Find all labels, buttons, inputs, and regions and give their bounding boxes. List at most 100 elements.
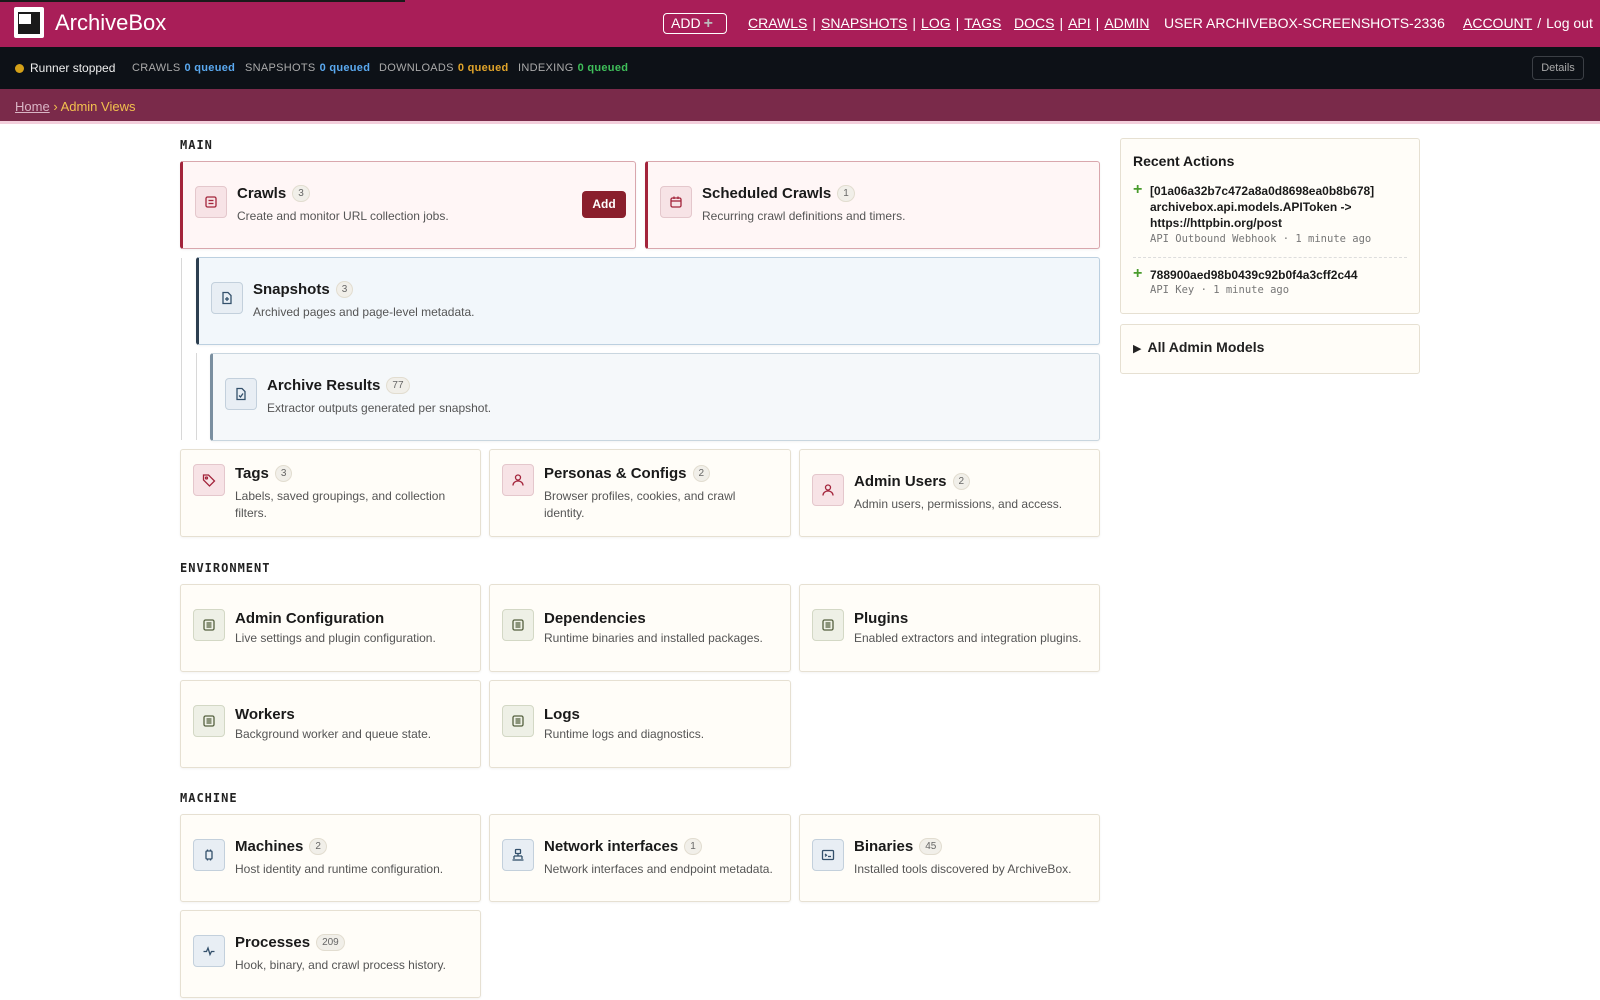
scheduled-crawls-card[interactable]: Scheduled Crawls 1 Recurring crawl defini…	[645, 161, 1100, 249]
personas-title-text: Personas & Configs	[544, 465, 687, 482]
recent-actions-title: Recent Actions	[1133, 153, 1235, 169]
all-admin-models-panel[interactable]: ▶ All Admin Models	[1120, 324, 1420, 374]
loading-progress-bar	[0, 0, 405, 2]
machines-description: Host identity and runtime configuration.	[235, 862, 444, 876]
dependencies-description: Runtime binaries and installed packages.	[544, 631, 763, 645]
snapshots-count-badge: 3	[335, 281, 354, 298]
tag-icon	[193, 464, 225, 496]
network-interfaces-card[interactable]: Network interfaces 1 Network interfaces a…	[489, 814, 791, 902]
network-interfaces-title-text: Network interfaces	[544, 838, 679, 855]
logs-card[interactable]: Logs Runtime logs and diagnostics.	[489, 680, 791, 768]
section-environment-label: ENVIRONMENT	[180, 561, 271, 575]
snapshots-description: Archived pages and page-level metadata.	[253, 305, 475, 319]
breadcrumb-home-link[interactable]: Home	[15, 99, 50, 114]
nav-log-link[interactable]: LOG	[921, 15, 951, 31]
personas-count-badge: 2	[692, 465, 711, 482]
machines-title: Machines 2	[235, 838, 327, 855]
plugins-title: Plugins	[854, 610, 909, 627]
crawls-card[interactable]: Crawls 3 Create and monitor URL collectio…	[180, 161, 636, 249]
scheduled-crawls-description: Recurring crawl definitions and timers.	[702, 209, 906, 223]
recent-actions-panel: Recent Actions + [01a06a32b7c472a8a0d869…	[1120, 138, 1420, 314]
archive-results-title: Archive Results 77	[267, 377, 410, 394]
details-button[interactable]: Details	[1532, 56, 1584, 80]
nav-admin-link[interactable]: ADMIN	[1104, 15, 1149, 31]
binaries-title-text: Binaries	[854, 838, 914, 855]
crawls-icon	[195, 186, 227, 218]
nav-crawls-link[interactable]: CRAWLS	[748, 15, 807, 31]
personas-description: Browser profiles, cookies, and crawl ide…	[544, 489, 736, 520]
archive-results-card[interactable]: Archive Results 77 Extractor outputs gene…	[210, 353, 1100, 441]
admin-configuration-description: Live settings and plugin configuration.	[235, 631, 436, 645]
archive-results-description: Extractor outputs generated per snapshot…	[267, 401, 492, 415]
logs-description: Runtime logs and diagnostics.	[544, 727, 705, 741]
add-button[interactable]: ADD +	[663, 13, 727, 34]
breadcrumb-separator: ›	[53, 99, 58, 114]
nav-docs-link[interactable]: DOCS	[1014, 15, 1054, 31]
admin-configuration-title: Admin Configuration	[235, 610, 385, 627]
network-icon	[502, 839, 534, 871]
status-downloads-value: 0 queued	[457, 62, 509, 74]
all-admin-models-toggle[interactable]: ▶ All Admin Models	[1133, 339, 1264, 355]
list-document-icon	[193, 609, 225, 641]
recent-action-text[interactable]: 788900aed98b0439c92b0f4a3cff2c44	[1150, 267, 1390, 283]
nav-snapshots-link[interactable]: SNAPSHOTS	[821, 15, 907, 31]
all-admin-models-label: All Admin Models	[1147, 339, 1265, 355]
docs-nav: DOCS | API | ADMIN	[1014, 15, 1150, 31]
user-label: USER ARCHIVEBOX-SCREENSHOTS-2336	[1164, 15, 1445, 31]
network-interfaces-title: Network interfaces 1	[544, 838, 702, 855]
admin-users-title: Admin Users 2	[854, 473, 971, 490]
admin-configuration-card[interactable]: Admin Configuration Live settings and pl…	[180, 584, 481, 672]
dependencies-card[interactable]: Dependencies Runtime binaries and instal…	[489, 584, 791, 672]
snapshots-title: Snapshots 3	[253, 281, 354, 298]
status-downloads-label: DOWNLOADS	[379, 62, 454, 74]
file-check-icon	[225, 378, 257, 410]
breadcrumb: Home › Admin Views	[15, 99, 135, 114]
account-link[interactable]: ACCOUNT	[1463, 15, 1532, 31]
status-snapshots-value: 0 queued	[319, 62, 371, 74]
status-crawls-value: 0 queued	[184, 62, 236, 74]
recent-action-meta: API Outbound Webhook · 1 minute ago	[1150, 233, 1372, 245]
snapshots-card[interactable]: Snapshots 3 Archived pages and page-level…	[196, 257, 1100, 345]
archivebox-logo-icon[interactable]	[14, 7, 44, 38]
nav-api-link[interactable]: API	[1068, 15, 1091, 31]
processes-title: Processes 209	[235, 934, 345, 951]
processes-description: Hook, binary, and crawl process history.	[235, 958, 446, 972]
network-interfaces-count-badge: 1	[684, 838, 702, 855]
add-crawl-button[interactable]: Add	[582, 191, 626, 218]
machines-title-text: Machines	[235, 838, 304, 855]
top-header: ArchiveBox ADD + CRAWLS | SNAPSHOTS | LOG | TAG…	[0, 0, 1600, 47]
status-indexing: INDEXING 0 queued	[518, 62, 628, 74]
status-downloads: DOWNLOADS 0 queued	[379, 62, 509, 74]
tags-description: Labels, saved groupings, and collection …	[235, 489, 446, 520]
binaries-card[interactable]: Binaries 45 Installed tools discovered by…	[799, 814, 1100, 902]
personas-card[interactable]: Personas & Configs 2 Browser profiles, co…	[489, 449, 791, 537]
add-label: ADD	[671, 15, 701, 31]
recent-action-text[interactable]: [01a06a32b7c472a8a0d8698ea0b8b678] archi…	[1150, 183, 1390, 231]
addition-plus-icon: +	[1133, 265, 1143, 282]
logout-link[interactable]: Log out	[1546, 15, 1593, 31]
calendar-icon	[660, 186, 692, 218]
list-document-icon	[502, 705, 534, 737]
personas-title: Personas & Configs 2	[544, 465, 711, 482]
breadcrumb-bar	[0, 89, 1600, 124]
status-crawls-label: CRAWLS	[132, 62, 181, 74]
runner-status-bar	[0, 47, 1600, 89]
machines-card[interactable]: Machines 2 Host identity and runtime conf…	[180, 814, 481, 902]
binaries-count-badge: 45	[919, 838, 943, 855]
machine-icon	[193, 839, 225, 871]
list-document-icon	[502, 609, 534, 641]
tags-card[interactable]: Tags 3 Labels, saved groupings, and colle…	[180, 449, 481, 537]
tags-title: Tags 3	[235, 465, 293, 482]
machines-count-badge: 2	[309, 838, 327, 855]
admin-users-title-text: Admin Users	[854, 473, 947, 490]
section-main-label: MAIN	[180, 138, 213, 152]
brand-title[interactable]: ArchiveBox	[55, 10, 166, 36]
nav-tags-link[interactable]: TAGS	[964, 15, 1001, 31]
workers-description: Background worker and queue state.	[235, 727, 432, 741]
admin-users-card[interactable]: Admin Users 2 Admin users, permissions, a…	[799, 449, 1100, 537]
logs-title: Logs	[544, 706, 580, 723]
processes-card[interactable]: Processes 209 Hook, binary, and crawl pro…	[180, 910, 481, 998]
disclosure-triangle-icon: ▶	[1133, 343, 1142, 355]
workers-card[interactable]: Workers Background worker and queue stat…	[180, 680, 481, 768]
plugins-card[interactable]: Plugins Enabled extractors and integrati…	[799, 584, 1100, 672]
